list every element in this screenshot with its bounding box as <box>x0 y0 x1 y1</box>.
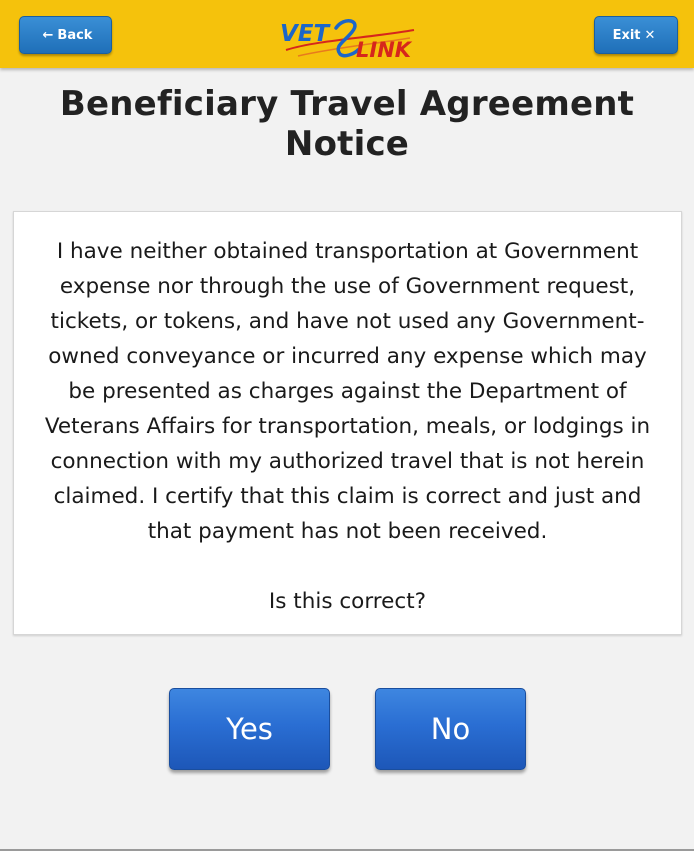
page-title: Beneficiary Travel Agreement Notice <box>59 84 635 164</box>
yes-button[interactable]: Yes <box>169 688 330 770</box>
top-bar: ← Back VET LINK Exit ✕ <box>0 0 694 68</box>
notice-body-text: I have neither obtained transportation a… <box>44 239 651 544</box>
no-button-label: No <box>430 712 471 746</box>
vetlink-logo-graphic: VET LINK <box>280 19 415 62</box>
arrow-left-icon: ← <box>42 27 54 43</box>
vetlink-logo: VET LINK <box>278 10 418 62</box>
logo-text-vet: VET <box>280 21 332 47</box>
back-button-label: Back <box>57 27 93 43</box>
notice-panel: I have neither obtained transportation a… <box>13 211 682 635</box>
exit-button[interactable]: Exit ✕ <box>594 16 678 54</box>
back-button[interactable]: ← Back <box>19 16 112 54</box>
yes-button-label: Yes <box>226 712 273 746</box>
no-button[interactable]: No <box>375 688 526 770</box>
close-icon: ✕ <box>644 27 656 43</box>
logo-text-link: LINK <box>356 38 413 62</box>
exit-button-label: Exit <box>612 27 641 43</box>
notice-question: Is this correct? <box>268 589 427 614</box>
